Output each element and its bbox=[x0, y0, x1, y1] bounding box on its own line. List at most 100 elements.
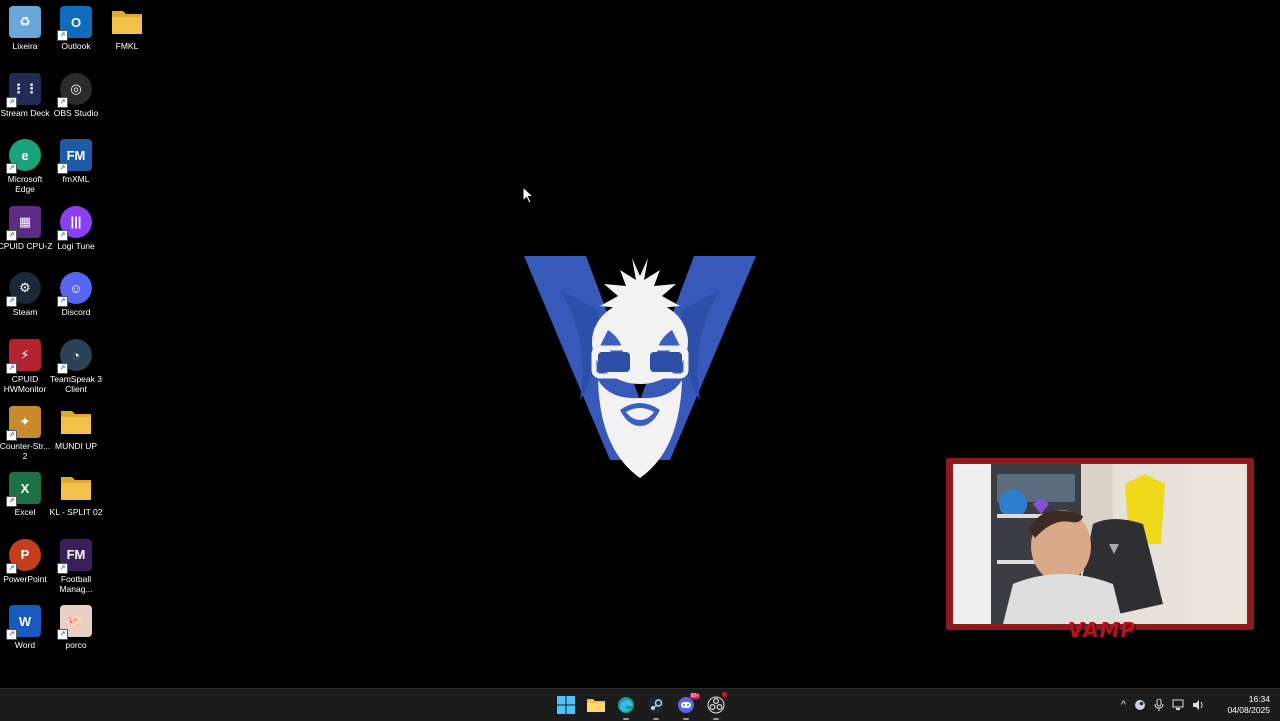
shortcut-arrow-icon: ↗ bbox=[57, 229, 68, 241]
desktop-icon-label: Outlook bbox=[61, 41, 91, 51]
shortcut-arrow-icon: ↗ bbox=[57, 96, 68, 108]
obs-studio-icon: ◎ ↗ bbox=[57, 72, 92, 108]
desktop-icon-cpuid-hwmonitor[interactable]: ⚡ ↗ CPUID HWMonitor bbox=[0, 333, 50, 397]
shortcut-arrow-icon: ↗ bbox=[6, 363, 17, 374]
shortcut-arrow-icon: ↗ bbox=[6, 163, 17, 175]
desktop-icon-label: Football Manag... bbox=[59, 573, 93, 594]
recycle-bin-icon: ♻ bbox=[9, 6, 41, 38]
desktop-icon-powerpoint[interactable]: P ↗ PowerPoint bbox=[0, 533, 50, 597]
desktop-icon-label: Logi Tune bbox=[57, 240, 95, 251]
logi-tune-icon: ||| ↗ bbox=[57, 205, 92, 241]
desktop-icon-label: Microsoft Edge bbox=[7, 174, 43, 195]
desktop-icon-porco[interactable]: 🐖 ↗ porco bbox=[51, 599, 101, 663]
desktop-icon-steam[interactable]: ⚙ ↗ Steam bbox=[0, 266, 50, 330]
steam-icon bbox=[648, 697, 664, 713]
taskbar-file-explorer[interactable] bbox=[584, 693, 608, 717]
desktop-icon-obs-studio[interactable]: ◎ ↗ OBS Studio bbox=[51, 67, 101, 131]
shortcut-arrow-icon: ↗ bbox=[6, 429, 17, 441]
shortcut-arrow-icon: ↗ bbox=[6, 629, 17, 641]
desktop-icon-label: Steam bbox=[12, 307, 38, 318]
desktop-icon-cpuid-cpu-z[interactable]: ▦ ↗ CPUID CPU-Z bbox=[0, 200, 53, 264]
desktop-icon-label: MUNDI UP bbox=[54, 440, 98, 451]
shortcut-arrow-icon: ↗ bbox=[57, 296, 68, 308]
start-button[interactable] bbox=[554, 693, 578, 717]
webcam-brand-label: VAMP bbox=[1068, 618, 1137, 642]
desktop-icon-microsoft-edge[interactable]: e ↗ Microsoft Edge bbox=[0, 133, 50, 197]
taskbar-obs[interactable] bbox=[704, 692, 728, 720]
clock-date: 04/08/2025 bbox=[1227, 705, 1270, 715]
cpu-z-icon: ▦ ↗ bbox=[6, 205, 41, 241]
taskbar-clock[interactable]: 16:34 04/08/2025 bbox=[1227, 694, 1270, 716]
shortcut-arrow-icon: ↗ bbox=[57, 363, 68, 374]
fmxml-icon: FM ↗ bbox=[57, 139, 92, 175]
hwmonitor-icon: ⚡ ↗ bbox=[6, 339, 41, 374]
folder-icon bbox=[60, 472, 92, 504]
obs-studio-icon bbox=[707, 696, 725, 714]
shortcut-arrow-icon: ↗ bbox=[6, 562, 17, 574]
file-explorer-icon bbox=[587, 699, 605, 712]
desktop-icon-kl-split-02[interactable]: KL - SPLIT 02 bbox=[49, 466, 103, 530]
shortcut-arrow-icon: ↗ bbox=[57, 629, 68, 641]
desktop-icon-label: Counter-Str... 2 bbox=[0, 440, 51, 461]
desktop-icon-fmkl[interactable]: FMKL bbox=[102, 0, 152, 64]
desktop-icon-label: OBS Studio bbox=[53, 107, 99, 118]
desktop-icon-football-manag[interactable]: FM ↗ Football Manag... bbox=[51, 533, 101, 597]
taskbar-discord[interactable]: 99+ bbox=[674, 693, 700, 720]
word-icon: W ↗ bbox=[6, 605, 41, 641]
edge-icon bbox=[618, 697, 634, 713]
shortcut-arrow-icon: ↗ bbox=[6, 96, 17, 108]
desktop-icon-label: porco bbox=[65, 640, 87, 651]
desktop-icon-label: Lixeira bbox=[12, 41, 38, 51]
desktop-icon-label: FMKL bbox=[115, 41, 139, 51]
desktop-icon-mundi-up[interactable]: MUNDI UP bbox=[51, 400, 101, 464]
shortcut-arrow-icon: ↗ bbox=[57, 562, 68, 574]
shortcut-arrow-icon: ↗ bbox=[6, 496, 17, 508]
windows-start-icon bbox=[557, 696, 575, 714]
tray-microphone-icon[interactable] bbox=[1154, 699, 1164, 711]
desktop-icon-label: Excel bbox=[14, 507, 36, 518]
folder-icon bbox=[60, 406, 92, 438]
football-manager-icon: FM ↗ bbox=[57, 538, 92, 574]
outlook-icon: O ↗ bbox=[57, 6, 92, 41]
desktop-icon-label: Word bbox=[14, 640, 36, 651]
desktop-icon-excel[interactable]: X ↗ Excel bbox=[0, 466, 50, 530]
taskbar-edge[interactable] bbox=[614, 693, 638, 720]
desktop-icon-counter-str-2[interactable]: ✦ ↗ Counter-Str... 2 bbox=[0, 400, 50, 464]
desktop-icon-fmxml[interactable]: FM ↗ fmXML bbox=[51, 133, 101, 197]
shortcut-arrow-icon: ↗ bbox=[6, 296, 17, 308]
desktop-icon-lixeira[interactable]: ♻ Lixeira bbox=[0, 0, 50, 64]
tray-volume-icon[interactable] bbox=[1192, 699, 1204, 711]
desktop-icon-word[interactable]: W ↗ Word bbox=[0, 599, 50, 663]
desktop-icon-label: CPUID HWMonitor bbox=[3, 374, 47, 394]
desktop-icon-discord[interactable]: ☺ ↗ Discord bbox=[51, 266, 101, 330]
desktop-icon-label: Stream Deck bbox=[0, 107, 50, 118]
discord-notification-badge: 99+ bbox=[689, 693, 700, 699]
desktop-icon-label: KL - SPLIT 02 bbox=[49, 507, 103, 518]
tray-overflow-chevron-icon[interactable]: ^ bbox=[1121, 699, 1126, 711]
teamspeak-icon: ◔ ↗ bbox=[57, 339, 92, 374]
system-tray: ^ bbox=[1121, 689, 1204, 721]
desktop-icon-stream-deck[interactable]: ⋮⋮ ↗ Stream Deck bbox=[0, 67, 50, 131]
edge-icon: e ↗ bbox=[6, 139, 41, 175]
desktop-icon-label: CPUID CPU-Z bbox=[0, 240, 53, 251]
clock-time: 16:34 bbox=[1248, 694, 1270, 704]
powerpoint-icon: P ↗ bbox=[6, 538, 41, 574]
webcam-feed bbox=[953, 464, 1247, 624]
desktop: ♻ Lixeira O ↗ Outlook FMKL ⋮⋮ ↗ Stream Deck ◎ ↗ OBS… bbox=[0, 0, 1280, 688]
steam-icon: ⚙ ↗ bbox=[6, 272, 41, 308]
desktop-icon-outlook[interactable]: O ↗ Outlook bbox=[51, 0, 101, 64]
tray-network-icon[interactable] bbox=[1172, 699, 1184, 711]
desktop-icon-logi-tune[interactable]: ||| ↗ Logi Tune bbox=[51, 200, 101, 264]
counter-strike-icon: ✦ ↗ bbox=[6, 405, 41, 441]
desktop-icon-teamspeak-3-client[interactable]: ◔ ↗ TeamSpeak 3 Client bbox=[50, 333, 102, 397]
desktop-icon-label: fmXML bbox=[62, 174, 90, 185]
webcam-overlay: VAMP bbox=[946, 458, 1254, 642]
taskbar-apps: 99+ bbox=[554, 689, 728, 721]
taskbar: 99+ ^ 16:34 04/08/2025 bbox=[0, 688, 1280, 721]
shortcut-arrow-icon: ↗ bbox=[6, 229, 17, 241]
taskbar-steam[interactable] bbox=[644, 693, 668, 720]
desktop-icon-label: TeamSpeak 3 Client bbox=[50, 374, 102, 394]
tray-steam-icon[interactable] bbox=[1134, 699, 1146, 711]
folder-icon bbox=[111, 6, 143, 38]
excel-icon: X ↗ bbox=[6, 472, 41, 508]
